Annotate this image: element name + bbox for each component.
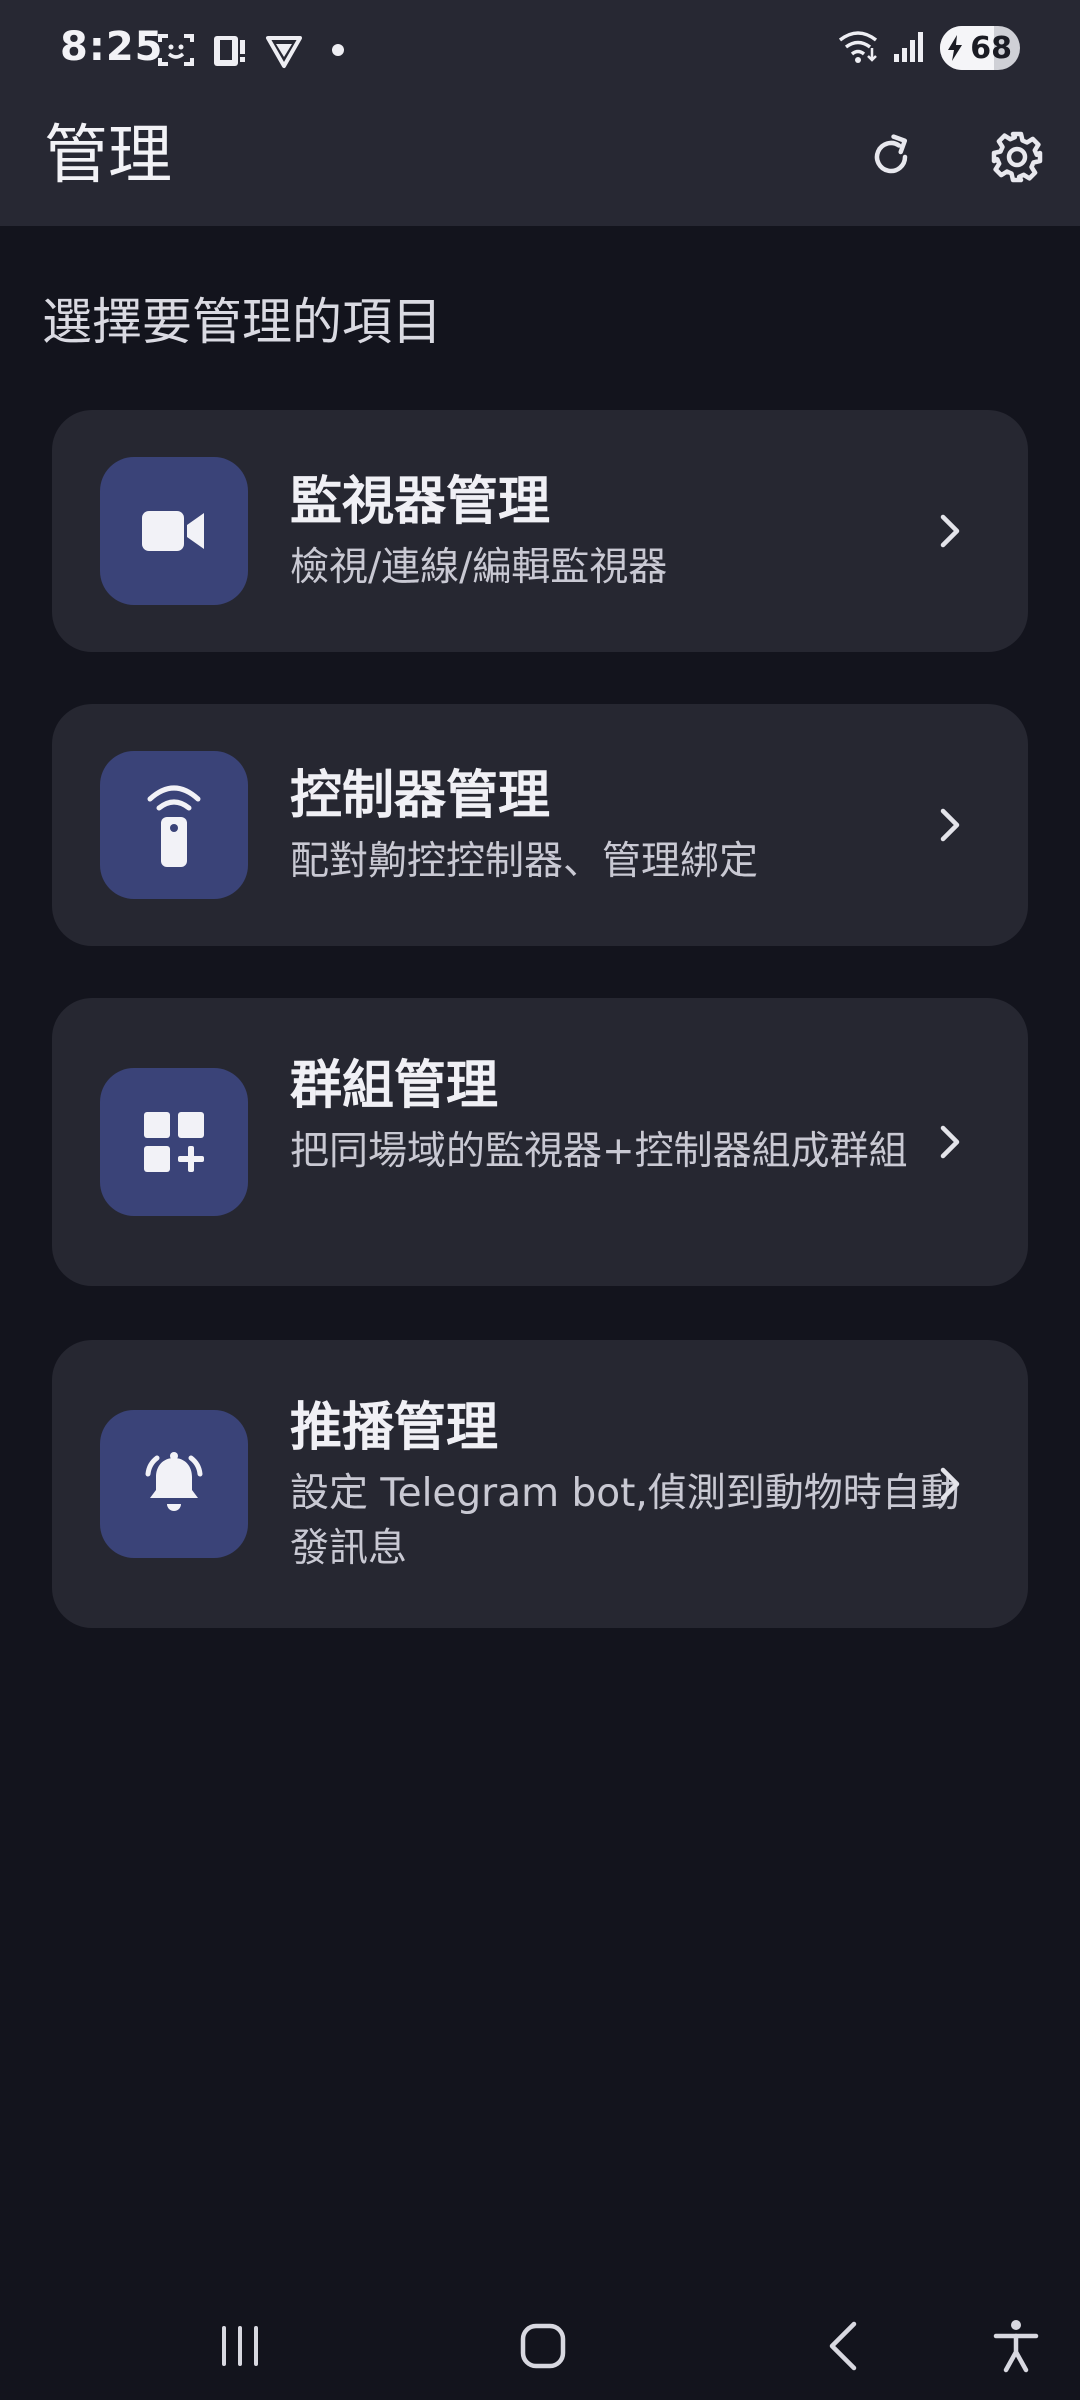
chevron-right-icon (930, 1122, 970, 1162)
card-icon-tile (100, 1068, 248, 1216)
charging-bolt-icon (948, 35, 962, 61)
refresh-button[interactable] (856, 122, 926, 192)
page-title: 管理 (44, 119, 172, 193)
status-time: 8:25 (60, 24, 164, 70)
status-right-icons: 68 (836, 26, 1020, 70)
back-icon (829, 2321, 857, 2371)
card-controller-management[interactable]: 控制器管理 配對齁控控制器、管理綁定 (52, 704, 1028, 946)
remote-control-icon (147, 785, 201, 867)
phone-alert-icon (210, 30, 250, 70)
card-title: 推播管理 (290, 1398, 499, 1458)
vpn-shield-icon (264, 30, 304, 70)
card-title: 監視器管理 (290, 472, 551, 532)
refresh-icon (874, 134, 908, 174)
card-icon-tile (100, 751, 248, 899)
back-button[interactable] (804, 2306, 884, 2386)
card-description: 配對齁控控制器、管理綁定 (290, 839, 759, 884)
battery-percent: 68 (970, 30, 1012, 66)
app-bar: 管理 (0, 100, 1080, 226)
card-title: 群組管理 (290, 1056, 499, 1116)
face-scan-icon (156, 30, 196, 70)
bell-ringing-icon (145, 1452, 203, 1511)
dot-icon (318, 30, 358, 70)
battery-icon: 68 (940, 26, 1020, 70)
gear-icon (991, 131, 1043, 183)
status-bar: 8:25 68 (0, 0, 1080, 100)
card-monitor-management[interactable]: 監視器管理 檢視/連線/編輯監視器 (52, 410, 1028, 652)
add-group-icon (144, 1112, 204, 1172)
recent-apps-button[interactable] (200, 2306, 280, 2386)
video-camera-icon (142, 511, 204, 551)
card-text: 推播管理 設定 Telegram bot,偵測到動物時自動發訊息 (290, 1396, 970, 1576)
wifi-icon (836, 26, 880, 70)
accessibility-button[interactable] (976, 2306, 1056, 2386)
card-description: 設定 Telegram bot,偵測到動物時自動發訊息 (290, 1471, 960, 1571)
card-group-management[interactable]: 群組管理 把同場域的監視器+控制器組成群組 (52, 998, 1028, 1286)
card-icon-tile (100, 1410, 248, 1558)
card-text: 群組管理 把同場域的監視器+控制器組成群組 (290, 1054, 970, 1179)
card-title: 控制器管理 (290, 766, 551, 826)
chevron-right-icon (930, 1464, 970, 1504)
status-left-icons (156, 30, 358, 70)
card-icon-tile (100, 457, 248, 605)
accessibility-icon (993, 2320, 1039, 2373)
card-description: 檢視/連線/編輯監視器 (290, 545, 668, 590)
chevron-right-icon (930, 805, 970, 845)
settings-button[interactable] (982, 122, 1052, 192)
card-text: 監視器管理 檢視/連線/編輯監視器 (290, 470, 970, 595)
recent-apps-icon (222, 2326, 258, 2366)
section-heading: 選擇要管理的項目 (42, 293, 442, 351)
card-text: 控制器管理 配對齁控控制器、管理綁定 (290, 764, 970, 889)
card-description: 把同場域的監視器+控制器組成群組 (290, 1129, 908, 1174)
signal-icon (892, 26, 928, 70)
chevron-right-icon (930, 511, 970, 551)
system-nav-bar (0, 2290, 1080, 2400)
home-icon (520, 2323, 566, 2369)
card-push-management[interactable]: 推播管理 設定 Telegram bot,偵測到動物時自動發訊息 (52, 1340, 1028, 1628)
home-button[interactable] (503, 2306, 583, 2386)
